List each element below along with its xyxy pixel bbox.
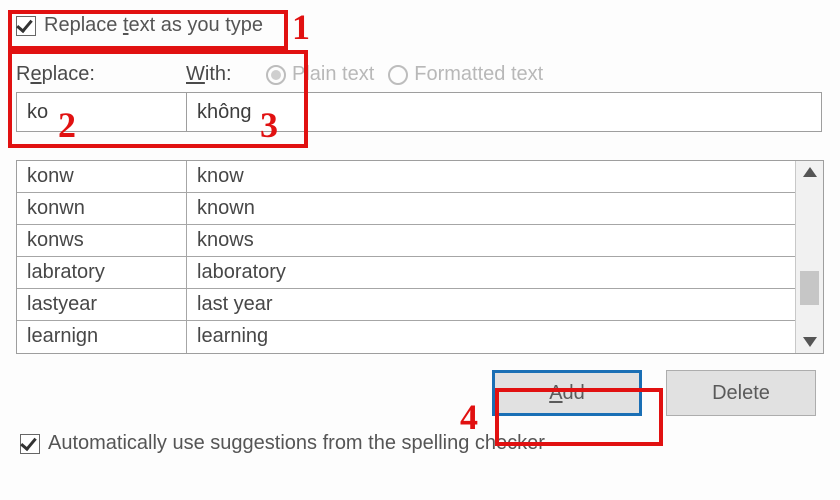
table-cell[interactable]: learnign [17,321,186,353]
replace-column: konw konwn konws labratory lastyear lear… [17,161,187,353]
table-cell[interactable]: labratory [17,257,186,289]
with-input[interactable]: không [186,92,822,132]
table-cell[interactable]: lastyear [17,289,186,321]
suggestions-checkbox[interactable] [20,434,40,454]
scroll-up-icon[interactable] [803,167,817,177]
table-scrollbar[interactable] [795,161,823,353]
replace-as-you-type-label: Replace text as you type [44,14,263,37]
with-column: know known knows laboratory last year le… [187,161,795,353]
suggestions-row: Automatically use suggestions from the s… [20,432,830,455]
table-cell[interactable]: last year [187,289,795,321]
table-cell[interactable]: konws [17,225,186,257]
scroll-thumb[interactable] [800,271,819,305]
table-cell[interactable]: knows [187,225,795,257]
autocorrect-table: konw konwn konws labratory lastyear lear… [16,160,824,354]
replace-as-you-type-row: Replace text as you type [16,14,830,37]
suggestions-label: Automatically use suggestions from the s… [48,432,545,455]
field-labels-row: Replace: With: Plain text Formatted text [10,63,830,86]
table-cell[interactable]: konwn [17,193,186,225]
replace-label: Replace: [16,63,186,86]
with-label: With: [186,63,266,86]
table-cell[interactable]: know [187,161,795,193]
replace-input[interactable]: ko [16,92,186,132]
radio-icon [388,65,408,85]
entry-row: ko không [16,92,822,132]
radio-icon [266,65,286,85]
scroll-down-icon[interactable] [803,337,817,347]
add-button[interactable]: Add [492,370,642,416]
replace-as-you-type-checkbox[interactable] [16,16,36,36]
button-row: Add Delete [10,370,816,416]
format-radio-group: Plain text Formatted text [266,63,543,86]
autocorrect-dialog: Replace text as you type Replace: With: … [0,0,840,500]
table-cell[interactable]: laboratory [187,257,795,289]
table-cell[interactable]: konw [17,161,186,193]
autocorrect-table-body[interactable]: konw konwn konws labratory lastyear lear… [17,161,795,353]
formatted-text-radio[interactable]: Formatted text [388,63,543,86]
delete-button[interactable]: Delete [666,370,816,416]
plain-text-radio[interactable]: Plain text [266,63,374,86]
table-cell[interactable]: known [187,193,795,225]
table-cell[interactable]: learning [187,321,795,353]
